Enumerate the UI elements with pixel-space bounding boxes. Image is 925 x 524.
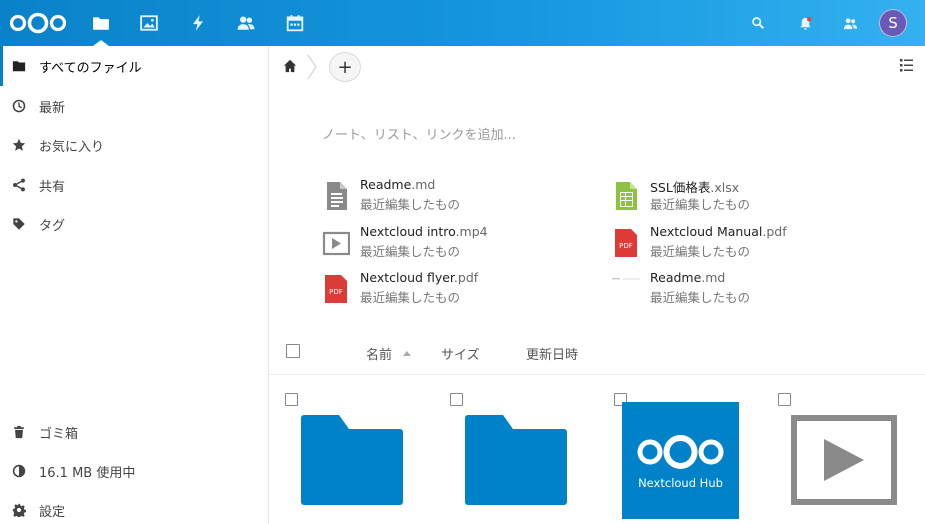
recent-file[interactable]: Nextcloud intro.mp4 最近編集したもの	[322, 224, 602, 264]
recent-file-reason: 最近編集したもの	[360, 290, 461, 305]
recent-file[interactable]: Readme.md 最近編集したもの	[612, 270, 892, 310]
sidebar-item-label: 共有	[39, 179, 66, 195]
sidebar-item-label: すべてのファイル	[39, 60, 142, 76]
file-checkbox[interactable]	[450, 393, 463, 406]
sidebar-item-favorites[interactable]: お気に入り	[0, 125, 268, 165]
file-checkbox[interactable]	[778, 393, 791, 406]
sidebar-item-all-files[interactable]: すべてのファイル	[0, 46, 268, 86]
notifications-icon[interactable]	[793, 11, 817, 35]
share-icon	[12, 178, 26, 192]
sidebar-item-settings[interactable]: 設定	[0, 490, 268, 524]
trash-icon	[12, 425, 26, 439]
nextcloud-logo	[637, 435, 724, 469]
add-new-button[interactable]: +	[329, 52, 361, 82]
photos-icon[interactable]	[137, 11, 161, 35]
sidebar-item-tags[interactable]: タグ	[0, 204, 268, 244]
recent-file[interactable]: PDF Nextcloud Manual.pdf 最近編集したもの	[612, 224, 892, 264]
column-size[interactable]: サイズ	[441, 344, 480, 363]
tag-icon	[12, 217, 26, 231]
nextcloud-logo[interactable]	[8, 11, 68, 35]
pie-chart-icon	[12, 464, 26, 478]
sidebar-item-recent[interactable]: 最新	[0, 86, 268, 126]
recent-file-reason: 最近編集したもの	[360, 197, 461, 212]
files-icon[interactable]	[89, 11, 113, 46]
recent-file[interactable]: Readme.md 最近編集したもの	[322, 177, 602, 217]
recent-file-name: Readme.md	[650, 270, 726, 285]
sidebar-item-label: お気に入り	[39, 139, 105, 155]
document-icon	[327, 182, 347, 210]
sidebar-item-shares[interactable]: 共有	[0, 165, 268, 205]
text-preview-icon	[612, 278, 640, 280]
sidebar: すべてのファイル 最新 お気に入り 共有 タグ ゴミ箱 16.1 MB 使用中 …	[0, 46, 269, 524]
recent-file-name: Nextcloud Manual.pdf	[650, 224, 787, 239]
select-all-checkbox[interactable]	[286, 344, 300, 358]
recent-file-name: Nextcloud flyer.pdf	[360, 270, 479, 285]
folder-icon[interactable]	[463, 414, 569, 506]
sidebar-item-label: ゴミ箱	[39, 426, 79, 442]
file-list-header: 名前 サイズ 更新日時	[269, 332, 925, 375]
folder-icon	[12, 59, 26, 73]
avatar[interactable]: S	[879, 9, 907, 37]
video-icon	[322, 231, 350, 256]
column-modified[interactable]: 更新日時	[526, 344, 578, 363]
recent-file-name: Readme.md	[360, 177, 436, 192]
pdf-badge-label: PDF	[329, 288, 343, 296]
column-name[interactable]: 名前	[366, 344, 392, 363]
folder-icon[interactable]	[299, 414, 405, 506]
pdf-badge-label: PDF	[619, 242, 633, 250]
nextcloud-hub-thumbnail[interactable]: Nextcloud Hub	[622, 402, 739, 519]
sort-ascending-icon	[403, 351, 411, 356]
file-checkbox[interactable]	[285, 393, 298, 406]
contacts-menu-icon[interactable]	[838, 11, 862, 35]
home-icon[interactable]	[283, 59, 297, 73]
sidebar-item-label: タグ	[39, 218, 66, 234]
activity-icon[interactable]	[186, 11, 210, 35]
video-thumbnail-icon[interactable]	[791, 415, 897, 505]
recent-file[interactable]: SSL価格表.xlsx 最近編集したもの	[612, 177, 892, 217]
recent-file-name: Nextcloud intro.mp4	[360, 224, 488, 239]
gear-icon	[12, 503, 26, 517]
recent-file-reason: 最近編集したもの	[650, 290, 751, 305]
breadcrumb-separator	[307, 54, 317, 80]
star-icon	[12, 138, 26, 152]
thumbnail-caption: Nextcloud Hub	[638, 476, 723, 490]
recent-file[interactable]: PDF Nextcloud flyer.pdf 最近編集したもの	[322, 270, 602, 310]
sidebar-item-label: 設定	[39, 504, 66, 520]
top-header: S	[0, 0, 925, 46]
spreadsheet-icon	[616, 182, 637, 210]
clock-icon	[12, 99, 26, 113]
pdf-icon: PDF	[325, 275, 347, 303]
pdf-icon: PDF	[615, 229, 637, 257]
contacts-icon[interactable]	[234, 11, 258, 35]
recent-file-reason: 最近編集したもの	[650, 244, 751, 259]
search-icon[interactable]	[746, 11, 770, 35]
sidebar-item-label: 最新	[39, 100, 66, 116]
quota-indicator: 16.1 MB 使用中	[0, 451, 268, 491]
rich-workspace-placeholder[interactable]: ノート、リスト、リンクを追加...	[322, 124, 516, 143]
calendar-icon[interactable]	[283, 11, 307, 35]
recent-file-reason: 最近編集したもの	[360, 244, 461, 259]
sidebar-item-trash[interactable]: ゴミ箱	[0, 412, 268, 452]
list-view-icon[interactable]	[900, 59, 913, 72]
quota-label: 16.1 MB 使用中	[39, 465, 136, 481]
recent-file-reason: 最近編集したもの	[650, 197, 751, 212]
